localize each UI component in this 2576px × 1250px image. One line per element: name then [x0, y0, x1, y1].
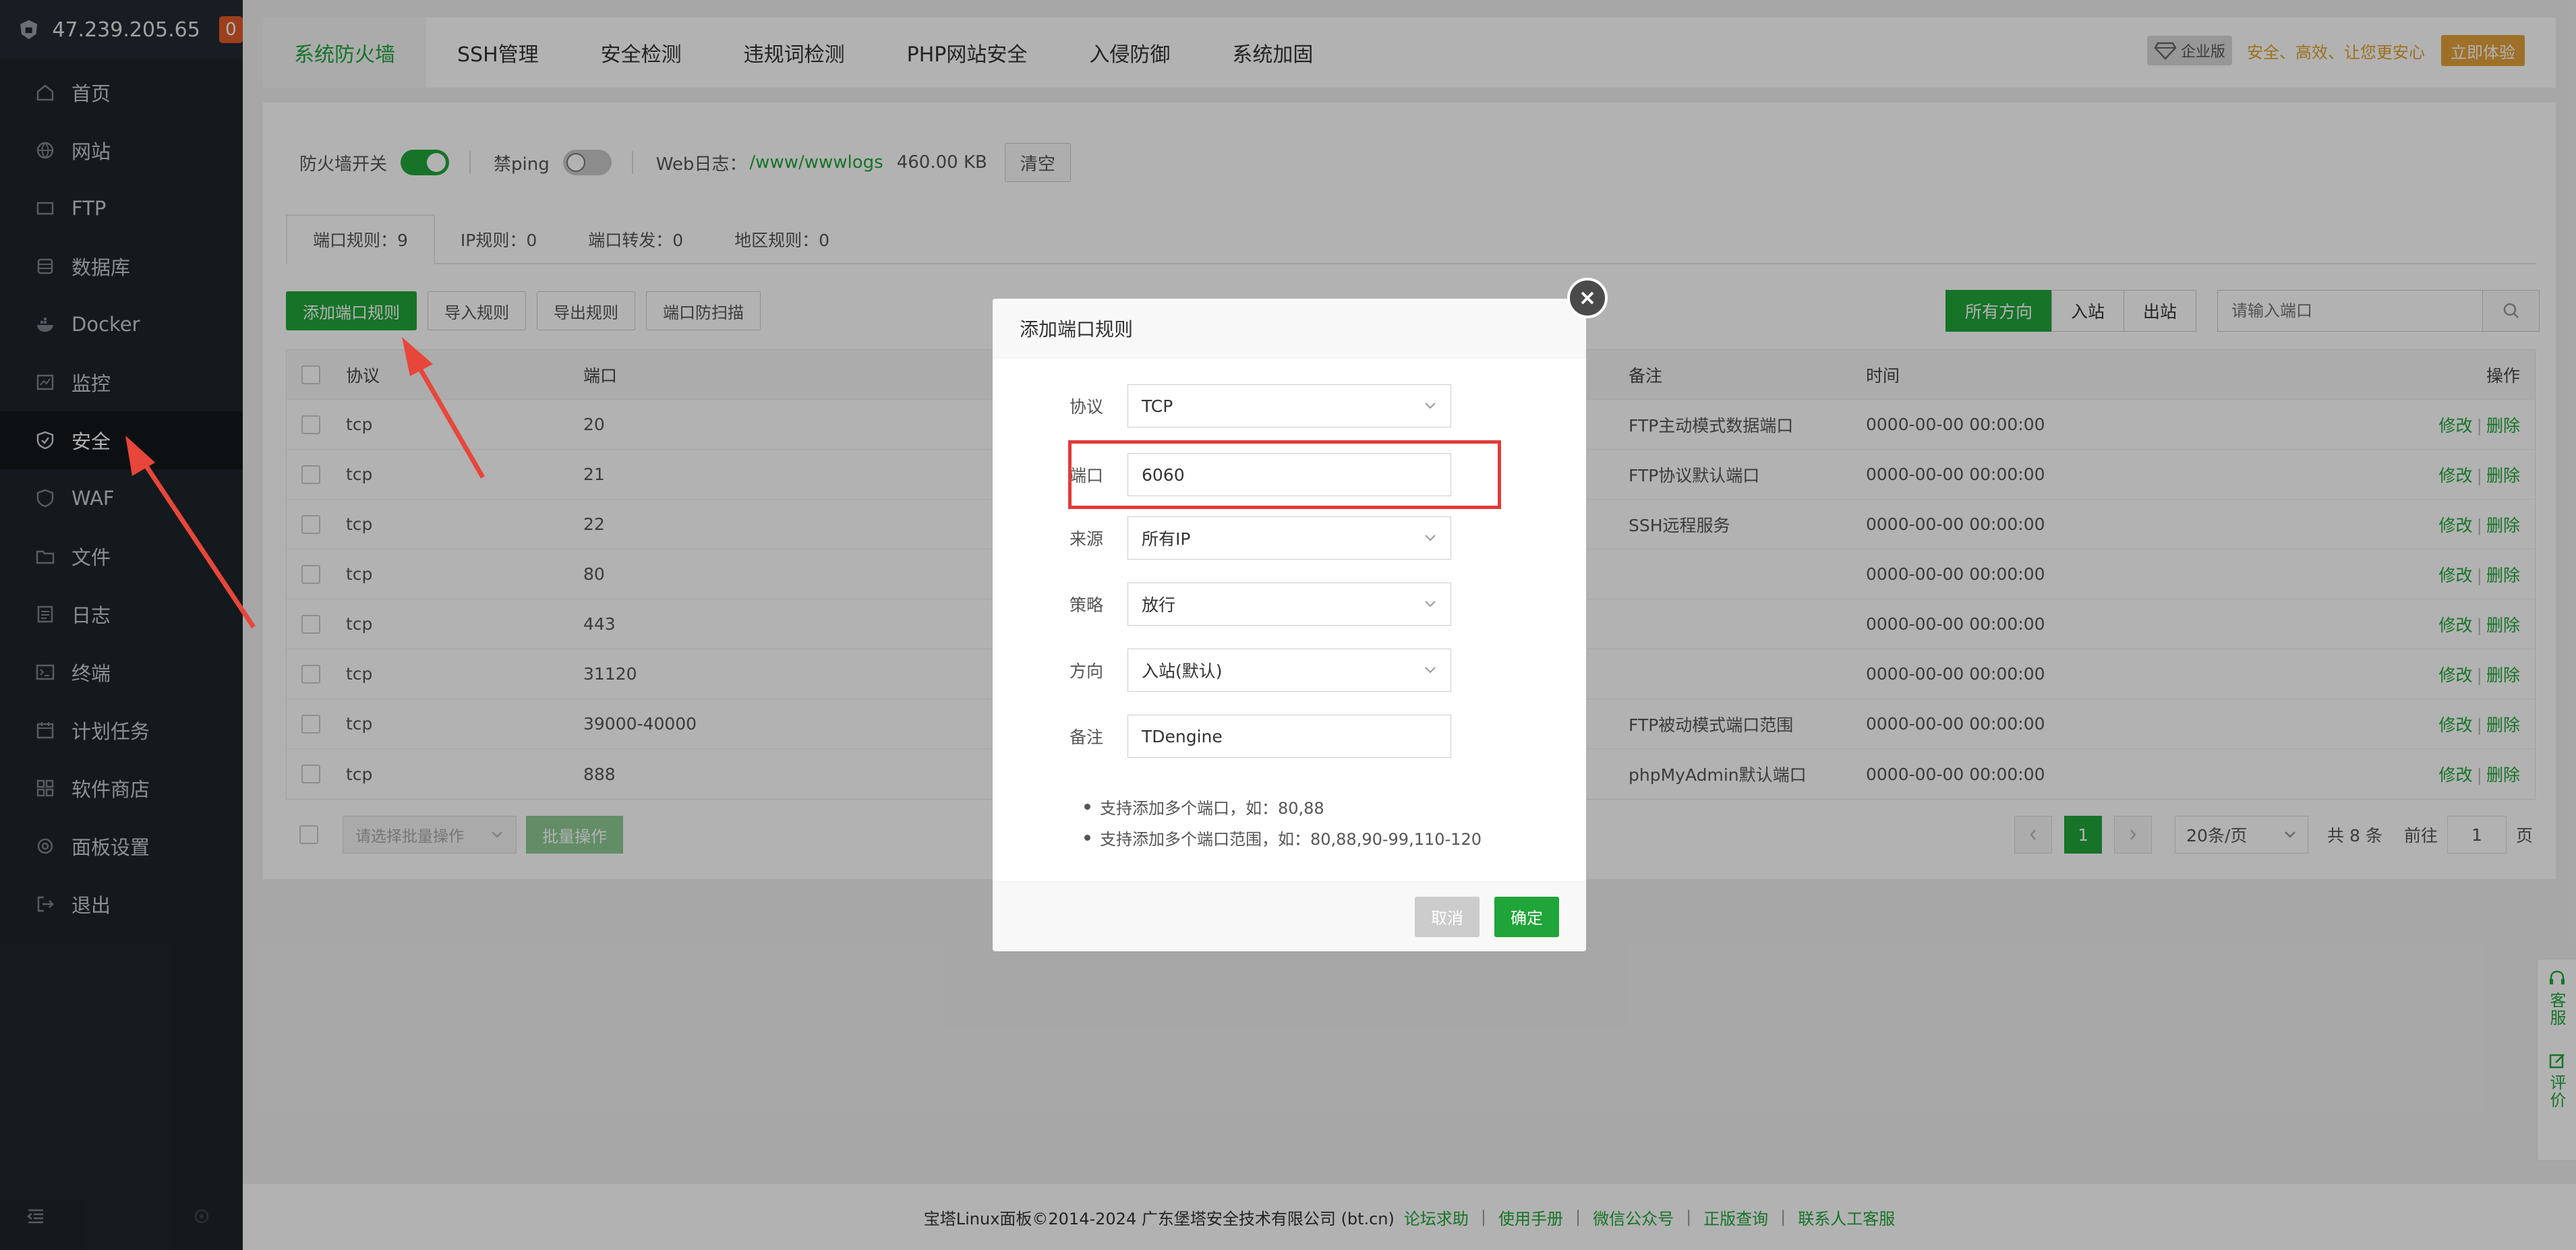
close-dialog-button[interactable]	[1567, 278, 1608, 318]
form-row-protocol: 协议 TCP	[993, 384, 1586, 428]
protocol-label: 协议	[1069, 397, 1103, 417]
form-row-direction: 方向 入站(默认)	[993, 648, 1586, 692]
dialog-footer: 取消 确定	[993, 881, 1586, 951]
source-label: 来源	[1069, 529, 1103, 549]
policy-select[interactable]: 放行	[1128, 583, 1451, 626]
direction-value: 入站(默认)	[1142, 661, 1223, 681]
confirm-button[interactable]: 确定	[1494, 896, 1559, 937]
source-select[interactable]: 所有IP	[1128, 516, 1451, 560]
chevron-down-icon	[1425, 403, 1436, 409]
source-value: 所有IP	[1142, 529, 1191, 549]
tip-item: 支持添加多个端口，如：80,88	[1084, 791, 1482, 822]
port-highlight-box	[1068, 440, 1501, 509]
form-row-source: 来源 所有IP	[993, 516, 1586, 560]
dialog-tips: 支持添加多个端口，如：80,88 支持添加多个端口范围，如：80,88,90-9…	[1084, 791, 1482, 853]
dialog-title: 添加端口规则	[993, 299, 1586, 358]
direction-label: 方向	[1069, 661, 1103, 681]
direction-select[interactable]: 入站(默认)	[1128, 649, 1451, 692]
close-icon	[1581, 291, 1594, 305]
policy-label: 策略	[1069, 595, 1103, 615]
note-label: 备注	[1069, 727, 1103, 747]
note-input[interactable]: TDengine	[1128, 715, 1451, 758]
chevron-down-icon	[1425, 601, 1436, 607]
cancel-button[interactable]: 取消	[1415, 896, 1480, 937]
add-port-rule-dialog: 添加端口规则 协议 TCP 端口 6060 来源 所有IP 策略 放行 方向 入…	[993, 299, 1586, 951]
protocol-select[interactable]: TCP	[1128, 384, 1451, 427]
tip-item: 支持添加多个端口范围，如：80,88,90-99,110-120	[1084, 822, 1482, 853]
protocol-value: TCP	[1142, 396, 1173, 416]
form-row-note: 备注 TDengine	[993, 714, 1586, 758]
form-row-policy: 策略 放行	[993, 582, 1586, 626]
chevron-down-icon	[1425, 535, 1436, 541]
chevron-down-icon	[1425, 667, 1436, 674]
policy-value: 放行	[1142, 595, 1176, 615]
